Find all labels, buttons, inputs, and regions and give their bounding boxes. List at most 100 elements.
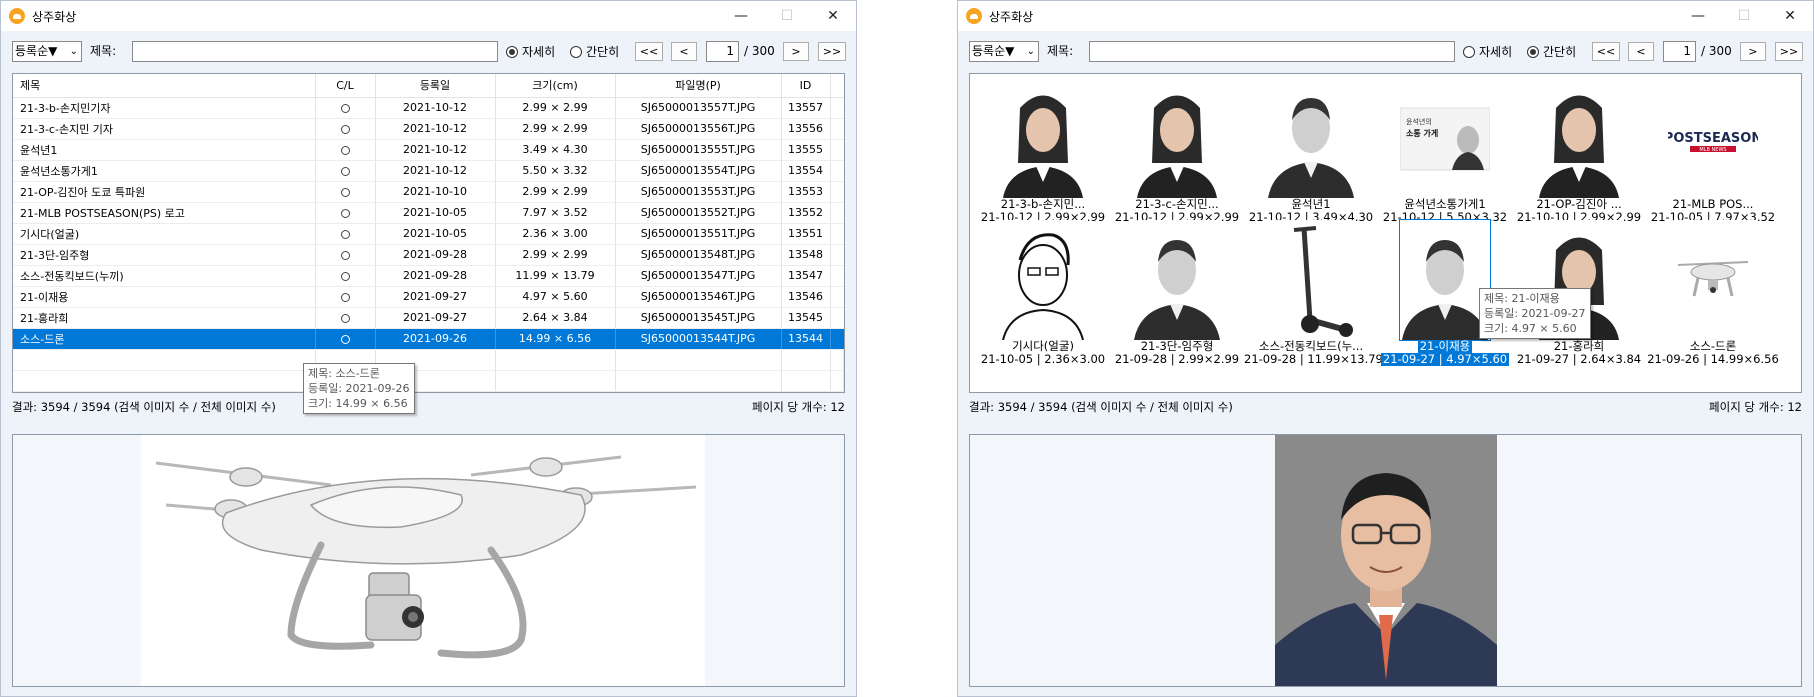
minimize-button[interactable]: — (1675, 1, 1721, 31)
sort-value: 등록순▼ (15, 44, 58, 58)
table-row[interactable]: 21-3-b-손지민기자 2021-10-12 2.99 × 2.99 SJ65000… (13, 97, 844, 119)
cell-id: 13545 (781, 307, 831, 329)
radio-detail-indicator (1463, 45, 1475, 58)
next-page-button[interactable]: > (1740, 42, 1766, 61)
scooter-icon (1266, 220, 1356, 340)
cell-date: 2021-10-05 (375, 223, 496, 245)
thumbnail-item[interactable]: 소스-전동킥보드(누... 21-09-28 | 11.99×13.79 (1244, 220, 1383, 380)
table-row[interactable]: 기시다(얼굴) 2021-10-05 2.36 × 3.00 SJ6500001355… (13, 223, 844, 245)
minimize-button[interactable]: — (718, 1, 764, 31)
prev-page-button[interactable]: < (671, 42, 697, 61)
cell-cl (315, 265, 376, 287)
result-count: 결과: 3594 / 3594 (검색 이미지 수 / 전체 이미지 수) (969, 400, 1233, 414)
table-row[interactable]: 21-이재용 2021-09-27 4.97 × 5.60 SJ65000013546… (13, 286, 844, 308)
empty-row (13, 349, 844, 371)
cell-id: 13555 (781, 139, 831, 161)
cell-date: 2021-10-12 (375, 139, 496, 161)
circle-icon (340, 166, 350, 176)
tooltip-title: 제목: 소스-드론 (308, 367, 380, 380)
first-page-button[interactable]: << (1592, 42, 1620, 61)
table-row[interactable]: 윤석년소통가게1 2021-10-12 5.50 × 3.32 SJ650000135… (13, 160, 844, 182)
col-header-file[interactable]: 파일명(P) (615, 74, 782, 98)
radio-simple-label: 간단히 (586, 45, 620, 59)
empty-cell (495, 349, 616, 371)
tooltip-size: 크기: 4.97 × 5.60 (1484, 322, 1577, 335)
cell-cl (315, 286, 376, 308)
cell-cl (315, 118, 376, 140)
radio-detail-view[interactable]: 자세히 (1463, 41, 1512, 62)
image-list-panel[interactable]: 제목 C/L 등록일 크기(cm) 파일명(P) ID 21-3-b-손지민기자… (12, 73, 845, 393)
cell-size: 2.99 × 2.99 (495, 97, 616, 119)
thumbnail-item[interactable]: 윤석년1 21-10-12 | 3.49×4.30 (1244, 78, 1378, 238)
col-header-size[interactable]: 크기(cm) (495, 74, 616, 98)
table-row[interactable]: 21-3단-임주형 2021-09-28 2.99 × 2.99 SJ65000013… (13, 244, 844, 266)
maximize-button[interactable]: ☐ (1721, 1, 1767, 31)
table-row[interactable]: 21-3-c-손지민 기자 2021-10-12 2.99 × 2.99 SJ6500… (13, 118, 844, 140)
cell-file: SJ65000013548T.JPG (615, 244, 782, 266)
radio-simple-view[interactable]: 간단히 (570, 41, 619, 62)
woman-portrait-icon (1534, 78, 1624, 198)
table-row[interactable]: 소스-드론 2021-09-26 14.99 × 6.56 SJ65000013544… (13, 328, 844, 350)
table-row[interactable]: 21-MLB POSTSEASON(PS) 로고 2021-10-05 7.97 ×… (13, 202, 844, 224)
thumbnail-item[interactable]: POSTSEASON MLB NEWS 21-MLB POS... 21-10-05 … (1646, 78, 1780, 238)
cell-filler (830, 202, 844, 224)
col-header-id[interactable]: ID (781, 74, 831, 98)
thumbnail-item[interactable]: 21-3-c-손지민... 21-10-12 | 2.99×2.99 (1110, 78, 1244, 238)
cell-size: 2.36 × 3.00 (495, 223, 616, 245)
first-page-button[interactable]: << (635, 42, 663, 61)
thumbnail-item[interactable]: 윤석년의 소통 가게 윤석년소통가게1 21-10-12 | 5.50×3.32 (1378, 78, 1512, 238)
search-toolbar: 등록순▼ ⌄ 제목: 자세히 간단히 << < 1 / 300 > >> (969, 41, 1803, 63)
last-page-button[interactable]: >> (818, 42, 846, 61)
radio-detail-label: 자세히 (522, 45, 556, 59)
thumbnail-view-window: 상주화상 — ☐ ✕ 등록순▼ ⌄ 제목: 자세히 간단히 << < 1 / 3… (957, 0, 1814, 697)
thumbnail-item[interactable]: 21-3-b-손지민... 21-10-12 | 2.99×2.99 (976, 78, 1110, 238)
cell-size: 3.49 × 4.30 (495, 139, 616, 161)
thumbnail-item[interactable]: 소스-드론 21-09-26 | 14.99×6.56 (1646, 220, 1780, 380)
title-bar[interactable]: 상주화상 — ☐ ✕ (958, 1, 1813, 31)
thumbnail-item[interactable]: 기시다(얼굴) 21-10-05 | 2.36×3.00 (976, 220, 1110, 380)
maximize-button[interactable]: ☐ (764, 1, 810, 31)
title-bar[interactable]: 상주화상 — ☐ ✕ (1, 1, 856, 31)
last-page-button[interactable]: >> (1775, 42, 1803, 61)
cell-filler (830, 265, 844, 287)
circle-icon (340, 250, 350, 260)
prev-page-button[interactable]: < (1628, 42, 1654, 61)
cell-file: SJ65000013556T.JPG (615, 118, 782, 140)
close-button[interactable]: ✕ (1767, 1, 1813, 31)
cell-file: SJ65000013547T.JPG (615, 265, 782, 287)
circle-icon (340, 187, 350, 197)
window-title: 상주화상 (989, 9, 1034, 24)
table-row[interactable]: 윤석년1 2021-10-12 3.49 × 4.30 SJ65000013555T.… (13, 139, 844, 161)
thumbnail-grid-panel[interactable]: 21-3-b-손지민... 21-10-12 | 2.99×2.99 21-3-c-… (969, 73, 1802, 393)
per-page-count: 페이지 당 개수: 12 (752, 400, 845, 414)
cell-file: SJ65000013552T.JPG (615, 202, 782, 224)
page-number-input[interactable]: 1 (706, 41, 739, 62)
next-page-button[interactable]: > (783, 42, 809, 61)
col-header-date[interactable]: 등록일 (375, 74, 496, 98)
col-header-title[interactable]: 제목 (13, 74, 316, 98)
radio-simple-view[interactable]: 간단히 (1527, 41, 1576, 62)
close-button[interactable]: ✕ (810, 1, 856, 31)
circle-icon (340, 208, 350, 218)
title-search-input[interactable] (1089, 41, 1455, 62)
table-row[interactable]: 소스-전동킥보드(누끼) 2021-09-28 11.99 × 13.79 SJ650… (13, 265, 844, 287)
thumbnail-item[interactable]: 21-OP-김진아 ... 21-10-10 | 2.99×2.99 (1512, 78, 1646, 238)
thumbnail-item[interactable]: 21-3단-임주형 21-09-28 | 2.99×2.99 (1110, 220, 1244, 380)
status-bar: 결과: 3594 / 3594 (검색 이미지 수 / 전체 이미지 수) 페이… (12, 397, 845, 417)
col-header-cl[interactable]: C/L (315, 74, 376, 98)
title-search-input[interactable] (132, 41, 498, 62)
per-page-count: 페이지 당 개수: 12 (1709, 400, 1802, 414)
radio-detail-view[interactable]: 자세히 (506, 41, 555, 62)
sort-dropdown[interactable]: 등록순▼ ⌄ (12, 41, 82, 62)
cell-title: 윤석년소통가게1 (13, 160, 316, 182)
sort-dropdown[interactable]: 등록순▼ ⌄ (969, 41, 1039, 62)
cell-size: 2.64 × 3.84 (495, 307, 616, 329)
table-row[interactable]: 21-홍라희 2021-09-27 2.64 × 3.84 SJ65000013545… (13, 307, 844, 329)
circle-icon (340, 124, 350, 134)
table-row[interactable]: 21-OP-김진아 도쿄 특파원 2021-10-10 2.99 × 2.99 SJ6… (13, 181, 844, 203)
cell-cl (315, 139, 376, 161)
page-number-input[interactable]: 1 (1663, 41, 1696, 62)
thumbnail-meta: 21-09-26 | 14.99×6.56 (1647, 352, 1779, 366)
book-cover-icon: 윤석년의 소통 가게 (1399, 78, 1491, 198)
svg-text:MLB NEWS: MLB NEWS (1699, 147, 1726, 153)
